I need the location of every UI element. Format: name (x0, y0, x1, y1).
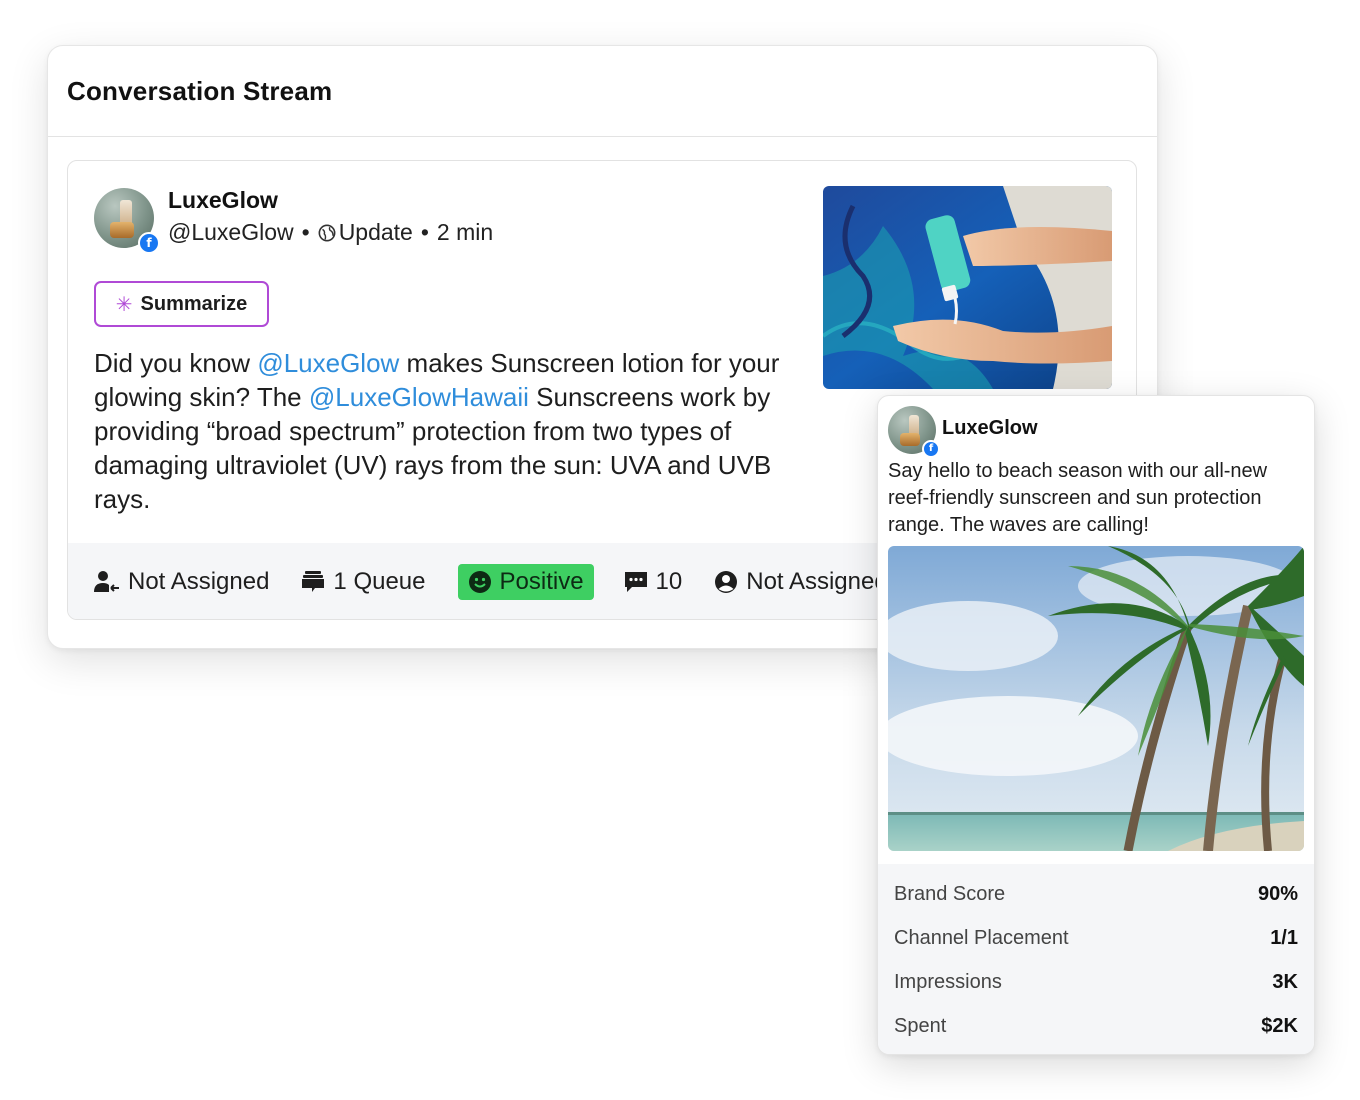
owner-label: Not Assigned (746, 568, 888, 595)
queue-label: 1 Queue (333, 568, 426, 595)
post-type: Update (338, 219, 413, 245)
ad-metrics: Brand Score 90% Channel Placement 1/1 Im… (878, 864, 1314, 1054)
metric-row: Spent $2K (878, 1004, 1314, 1048)
metric-value: 90% (1257, 882, 1298, 905)
avatar[interactable]: f (888, 406, 940, 458)
assignee-label: Not Assigned (128, 568, 270, 595)
metric-label: Spent (894, 1014, 947, 1037)
metric-row: Channel Placement 1/1 (878, 916, 1314, 960)
post-text: Did you know @LuxeGlow makes Sunscreen l… (94, 348, 780, 514)
metric-label: Channel Placement (894, 926, 1069, 949)
sentiment-badge[interactable]: Positive (457, 564, 594, 600)
metric-row: Impressions 3K (878, 960, 1314, 1004)
ad-text: Say hello to beach season with our all-n… (888, 460, 1268, 536)
mention-link[interactable]: @LuxeGlowHawaii (309, 382, 529, 412)
ad-preview-card[interactable]: f LuxeGlow Say hello to beach season wit… (877, 395, 1315, 1055)
author-handle[interactable]: @LuxeGlow (168, 219, 294, 246)
owner-button[interactable]: Not Assigned (714, 568, 888, 596)
assign-button[interactable]: Not Assigned (94, 568, 269, 596)
facebook-icon: f (922, 440, 940, 458)
metric-value: $2K (1261, 1014, 1298, 1037)
metric-value: 3K (1272, 970, 1298, 993)
sparkle-icon: ✳ (115, 293, 133, 316)
facebook-icon: f (138, 232, 160, 254)
summarize-label: Summarize (140, 292, 248, 315)
ad-author-name[interactable]: LuxeGlow (942, 417, 1038, 440)
comment-count: 10 (655, 568, 683, 595)
sentiment-label: Positive (499, 568, 584, 595)
assign-user-icon (94, 571, 119, 592)
avatar[interactable]: f (94, 188, 160, 254)
queue-button[interactable]: 1 Queue (301, 568, 426, 596)
queue-icon (302, 571, 325, 592)
separator: • (420, 219, 429, 245)
post-meta: @LuxeGlow • Update • 2 min (168, 219, 493, 246)
metric-label: Impressions (894, 970, 1002, 993)
metric-row: Brand Score 90% (878, 872, 1314, 916)
user-circle-icon (715, 571, 738, 593)
globe-icon (318, 224, 336, 241)
summarize-button[interactable]: ✳ Summarize (94, 281, 269, 327)
smile-icon (468, 571, 491, 593)
separator: • (301, 219, 310, 245)
mention-link[interactable]: @LuxeGlow (257, 348, 399, 378)
metric-label: Brand Score (894, 882, 1006, 905)
comment-icon (624, 572, 647, 592)
metric-value: 1/1 (1270, 926, 1298, 949)
stream-header: Conversation Stream (48, 46, 1157, 137)
stream-title: Conversation Stream (67, 75, 333, 106)
author-name[interactable]: LuxeGlow (168, 187, 278, 214)
post-time: 2 min (436, 219, 494, 245)
post-image[interactable] (823, 186, 1112, 389)
ad-image[interactable] (888, 546, 1304, 851)
comments-button[interactable]: 10 (624, 568, 683, 596)
